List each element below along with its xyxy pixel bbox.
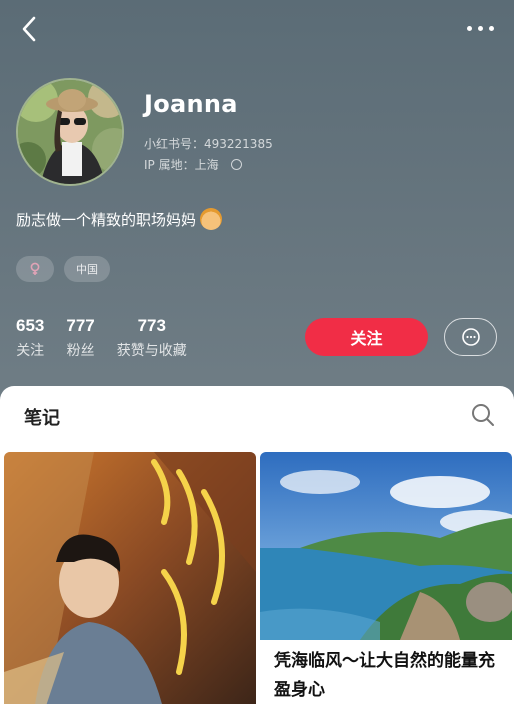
stat-followers-value: 777 — [66, 316, 95, 335]
stats-row: 653 关注 777 粉丝 773 获赞与收藏 — [16, 316, 209, 360]
user-id: 小红书号：493221385 — [144, 135, 273, 152]
search-button[interactable] — [470, 402, 496, 428]
location-tag: 中国 — [64, 256, 110, 282]
stat-likes-label: 获赞与收藏 — [116, 343, 187, 359]
gender-icon — [30, 262, 40, 275]
stat-following-label: 关注 — [16, 343, 45, 359]
stat-likes[interactable]: 773 获赞与收藏 — [117, 316, 187, 360]
stat-following-value: 653 — [16, 316, 45, 335]
bio: 励志做一个精致的职场妈妈 — [16, 208, 223, 230]
tab-notes[interactable]: 笔记 — [24, 404, 60, 430]
stat-likes-value: 773 — [137, 316, 166, 335]
message-button[interactable] — [444, 318, 497, 356]
user-id-text: 小红书号：493221385 — [144, 137, 273, 151]
chevron-left-icon — [22, 16, 36, 42]
gender-tag — [16, 256, 54, 282]
ip-location: IP 属地：上海 — [144, 156, 242, 173]
stat-followers[interactable]: 777 粉丝 — [66, 316, 94, 360]
profile-tags: 中国 — [16, 256, 110, 282]
note-card-title: 凭海临风～让大自然的能量充盈身心 — [274, 651, 495, 700]
more-dots-icon — [466, 25, 472, 31]
notes-panel: 笔记 凭海临风～让大自然的能量充盈身心 — [0, 386, 514, 704]
follow-button[interactable]: 关注 — [305, 318, 428, 356]
more-options-button[interactable] — [460, 16, 500, 40]
avatar[interactable] — [16, 78, 124, 186]
info-circle-icon[interactable] — [230, 159, 242, 170]
ip-location-text: IP 属地：上海 — [144, 158, 219, 172]
note-card[interactable]: 凭海临风～让大自然的能量充盈身心 — [260, 452, 512, 704]
note-cover-image — [4, 452, 256, 704]
search-icon — [472, 404, 494, 426]
note-cover-image — [260, 452, 512, 640]
back-button[interactable] — [14, 14, 44, 44]
woman-emoji-icon — [200, 208, 223, 230]
chat-bubble-icon — [461, 328, 480, 346]
stat-followers-label: 粉丝 — [66, 343, 95, 359]
bio-text: 励志做一个精致的职场妈妈 — [16, 210, 197, 229]
stat-following[interactable]: 653 关注 — [16, 316, 44, 360]
username: Joanna — [144, 90, 238, 118]
note-card[interactable] — [4, 452, 256, 704]
